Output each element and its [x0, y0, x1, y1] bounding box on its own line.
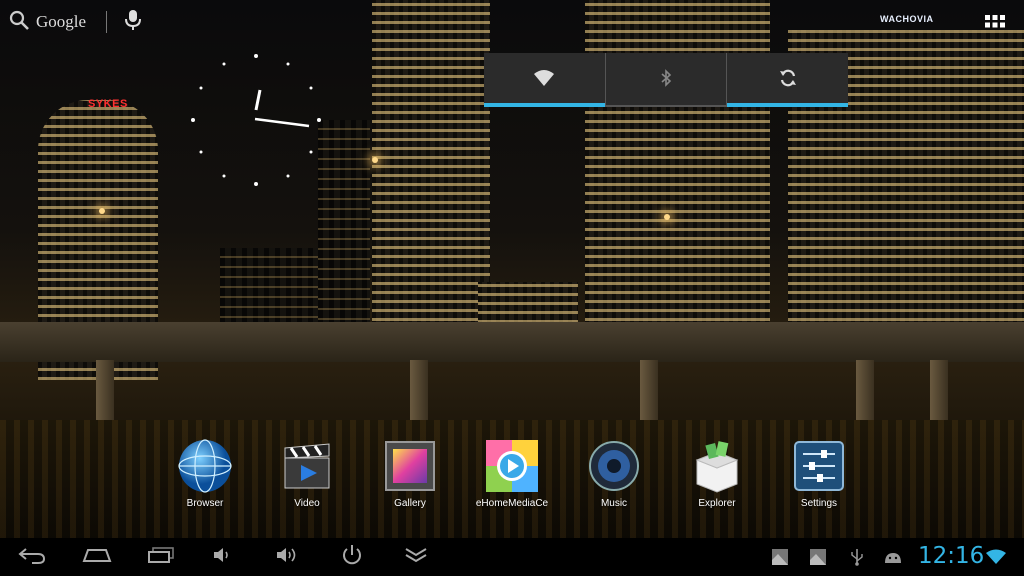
street-light — [664, 214, 670, 220]
wallpaper-building — [585, 0, 770, 330]
wifi-toggle[interactable] — [484, 53, 606, 107]
volume-down-button[interactable] — [208, 544, 236, 570]
back-arrow-icon — [18, 546, 46, 568]
play-icon — [484, 438, 540, 494]
wifi-toggle-indicator — [484, 103, 605, 107]
app-label: eHomeMediaCe — [475, 498, 549, 509]
wallpaper-bridge — [0, 322, 1024, 362]
wifi-icon — [533, 69, 555, 91]
street-light — [372, 157, 378, 163]
google-label[interactable]: Google — [36, 12, 86, 32]
volume-up-icon — [274, 546, 300, 568]
app-label: Explorer — [698, 498, 736, 509]
double-chevron-down-icon — [404, 546, 428, 568]
clapperboard-icon — [279, 438, 335, 494]
wallpaper-sign-sykes: SYKES — [88, 98, 128, 110]
wallpaper-sign-wachovia: WACHOVIA — [880, 14, 934, 24]
hide-bar-button[interactable] — [402, 544, 430, 570]
android-debug-icon — [882, 544, 904, 570]
app-explorer[interactable]: Explorer — [673, 438, 761, 509]
app-label: Settings — [800, 498, 838, 509]
volume-down-icon — [211, 546, 233, 568]
app-ehomemediacenter[interactable]: eHomeMediaCe — [468, 438, 556, 509]
speaker-icon — [586, 438, 642, 494]
sync-toggle[interactable] — [727, 53, 849, 107]
power-icon — [341, 544, 363, 570]
notification-image-icon[interactable] — [808, 544, 828, 570]
bluetooth-toggle-indicator — [605, 105, 727, 107]
recent-apps-button[interactable] — [145, 544, 177, 570]
bluetooth-icon — [660, 69, 672, 91]
app-label: Gallery — [394, 498, 426, 509]
all-apps-button[interactable] — [984, 12, 1006, 34]
wallpaper-building — [220, 248, 320, 328]
wifi-status-icon — [984, 544, 1008, 570]
app-label: Video — [294, 498, 320, 509]
bluetooth-toggle[interactable] — [605, 53, 728, 107]
home-screen-shortcuts: Browser Video Gallery eHomeMediaCe Music… — [0, 438, 1024, 518]
microphone-icon[interactable] — [125, 9, 142, 35]
home-icon — [82, 547, 112, 567]
app-settings[interactable]: Settings — [775, 438, 863, 509]
sync-toggle-indicator — [727, 103, 849, 107]
status-bar-clock: 12:16 — [918, 543, 985, 569]
search-divider — [106, 11, 108, 33]
home-button[interactable] — [80, 544, 114, 570]
app-label: Browser — [186, 498, 224, 509]
system-navigation-bar — [0, 538, 1024, 576]
sliders-icon — [791, 438, 847, 494]
power-control-widget — [484, 53, 849, 107]
usb-icon — [848, 544, 866, 570]
volume-up-button[interactable] — [272, 544, 302, 570]
analog-clock-widget[interactable] — [185, 45, 335, 195]
app-gallery[interactable]: Gallery — [366, 438, 454, 509]
power-button[interactable] — [338, 544, 366, 570]
picture-frame-icon — [382, 438, 438, 494]
app-label: Music — [600, 498, 628, 509]
clock-hour-hand — [254, 89, 262, 111]
globe-icon — [177, 438, 233, 494]
app-video[interactable]: Video — [263, 438, 351, 509]
street-light — [99, 208, 105, 214]
app-music[interactable]: Music — [570, 438, 658, 509]
box-icon — [689, 438, 745, 494]
sync-icon — [778, 68, 798, 92]
wallpaper-building — [372, 0, 490, 330]
google-search-bar[interactable]: Google — [8, 8, 142, 36]
notification-image-icon[interactable] — [770, 544, 790, 570]
app-browser[interactable]: Browser — [161, 438, 249, 509]
recent-apps-icon — [147, 546, 175, 568]
apps-grid-icon — [984, 15, 1006, 38]
back-button[interactable] — [16, 544, 48, 570]
search-icon[interactable] — [8, 9, 30, 35]
clock-minute-hand — [254, 117, 310, 128]
